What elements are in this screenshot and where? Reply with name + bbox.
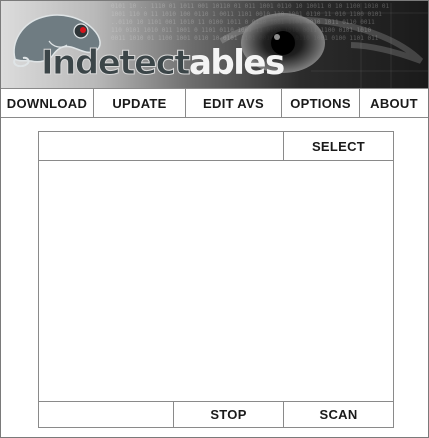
nav-edit-avs-button[interactable]: EDIT AVS — [186, 89, 282, 117]
nav-update-button[interactable]: UPDATE — [94, 89, 186, 117]
app-window: 0101 10 .. 1110 01 1011 001 10110 01 011… — [0, 0, 429, 438]
file-path-input[interactable] — [39, 132, 284, 160]
scan-results-area[interactable] — [39, 161, 393, 401]
nav-about-button[interactable]: ABOUT — [360, 89, 428, 117]
logo-text-part-a: Indetect — [41, 43, 191, 84]
header-banner: 0101 10 .. 1110 01 1011 001 10110 01 011… — [1, 1, 428, 88]
stop-button[interactable]: STOP — [174, 402, 284, 427]
select-button[interactable]: SELECT — [284, 132, 393, 160]
logo-text-part-b: ables — [188, 43, 285, 83]
scan-controls-row: STOP SCAN — [39, 401, 393, 427]
status-field — [39, 402, 174, 427]
main-nav: DOWNLOAD UPDATE EDIT AVS OPTIONS ABOUT — [1, 88, 428, 118]
scan-button[interactable]: SCAN — [284, 402, 393, 427]
brand-logo-text: Indetectables — [41, 43, 286, 84]
file-select-row: SELECT — [39, 132, 393, 161]
nav-options-button[interactable]: OPTIONS — [282, 89, 360, 117]
nav-download-button[interactable]: DOWNLOAD — [1, 89, 94, 117]
scanner-panel: SELECT STOP SCAN — [38, 131, 394, 428]
